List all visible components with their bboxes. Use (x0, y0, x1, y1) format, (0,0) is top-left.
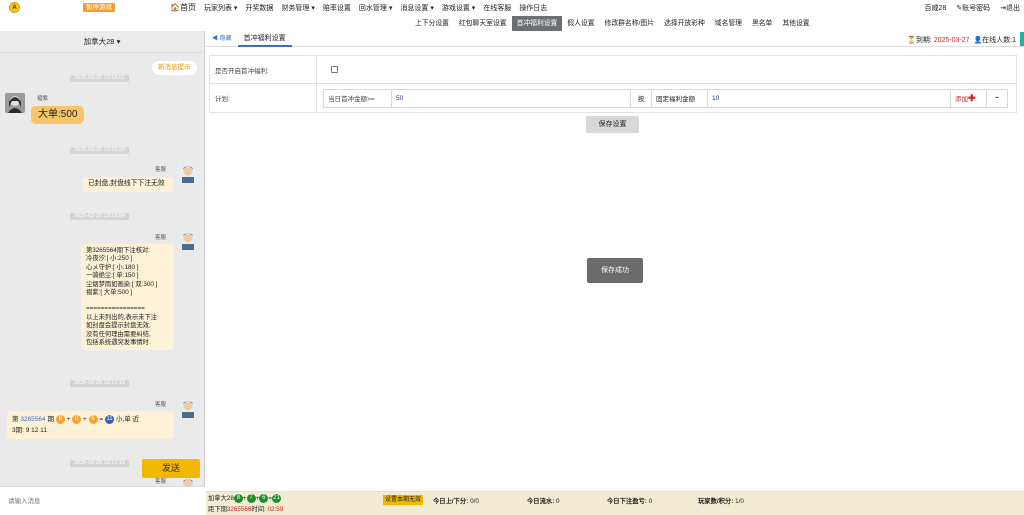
scroll-indicator[interactable] (1020, 32, 1024, 46)
hourglass-icon: ⏳ (907, 37, 916, 44)
settings-subnav: 上下分设置 红包聊天室设置 首冲福利设置 假人设置 修改群名称/图片 选择开放彩… (410, 16, 815, 31)
timestamp: 2025-03-25 13:17:15 (70, 380, 130, 387)
condition-label: 当日首冲金额>= (323, 88, 392, 108)
sender-name: 客服 (155, 167, 167, 173)
fixed-amount-input[interactable]: 10 (707, 88, 951, 108)
game-result: 加拿大28 8 +7 +6 =21 (208, 493, 281, 503)
timestamp: 2025-03-25 13:16:54 (70, 213, 130, 220)
avatar (178, 230, 198, 250)
players-score: 玩家数/积分: 1/0 (698, 498, 744, 505)
subnav-blacklist[interactable]: 黑名单 (747, 16, 777, 31)
site-name: 百威28 (924, 4, 947, 12)
nav-game-settings[interactable]: 游戏设置 ▾ (442, 3, 475, 13)
set-invalid-button[interactable]: 设置本期无效 (383, 495, 424, 505)
home-icon: 🏠 (170, 3, 180, 12)
result-sum-ball: 11 (105, 414, 115, 424)
plus-icon: ✚ (968, 92, 976, 103)
timestamp: 2025-03-25 13:16:29 (70, 147, 130, 154)
nav-home[interactable]: 🏠首页 (170, 2, 196, 13)
sender-name: 客服 (155, 235, 167, 241)
logout-link[interactable]: ⇥退出 (1000, 3, 1020, 13)
pause-game-button[interactable]: 暂停游戏 (83, 3, 115, 12)
enable-checkbox[interactable] (331, 66, 338, 73)
service-avatar-icon (178, 398, 198, 418)
today-flow: 今日流水: 0 (527, 498, 560, 505)
tab-bar: ◀ 隐藏 首冲福利设置 (206, 31, 1024, 47)
nav-online-service[interactable]: 在线客服 (483, 3, 511, 13)
user-icon: 👤 (973, 37, 983, 44)
subnav-fake-users[interactable]: 假人设置 (562, 16, 599, 31)
fixed-amount-label: 固定福利金额 (651, 88, 708, 108)
chat-bubble: 大单:500 (31, 106, 85, 124)
remove-button[interactable]: ━ (986, 88, 1008, 108)
nav-messages[interactable]: 消息设置 ▾ (400, 3, 433, 13)
new-message-hint[interactable]: 新消息提示 (152, 61, 197, 75)
plan-label: 计划: (210, 84, 317, 112)
subnav-other[interactable]: 其他设置 (777, 16, 814, 31)
expire-info: ⏳到期: 2025-03-27 👤在线人数:1 (907, 37, 1016, 44)
chat-bubble: 已封盘,封盘线下下注无效 (83, 177, 173, 192)
add-button[interactable]: 添加 ✚ (950, 88, 987, 108)
nav-odds[interactable]: 赔率设置 (323, 3, 351, 13)
timestamp: 2025-03-25 13:17:15 (70, 460, 130, 467)
subnav-group-name[interactable]: 修改群名称/图片 (600, 16, 659, 31)
main-nav: 🏠首页 玩家列表 ▾ 开奖数据 财务管理 ▾ 赔率设置 回水管理 ▾ 消息设置 … (170, 0, 547, 15)
avatar (178, 163, 198, 183)
subnav-redpacket[interactable]: 红包聊天室设置 (454, 16, 512, 31)
result-ball: 5 (88, 414, 98, 424)
account-password-link[interactable]: ✎账号密码 (956, 3, 990, 13)
top-right: 百威28 ✎账号密码 ⇥退出 (924, 0, 1020, 15)
nav-draw-data[interactable]: 开奖数据 (245, 3, 273, 13)
settings-form: 是否开启首冲福利: 计划: 当日首冲金额>= 50 按 固定福利金额 10 添加… (209, 55, 1017, 113)
subnav-domain[interactable]: 域名管理 (710, 16, 747, 31)
form-row-enable: 是否开启首冲福利: (210, 56, 1016, 84)
subnav-first-deposit[interactable]: 首冲福利设置 (511, 16, 563, 31)
hide-panel-button[interactable]: ◀ 隐藏 (206, 31, 238, 47)
sender-name: 客服 (155, 402, 167, 408)
chat-bubble: 第3265564期下注核对: 冷夜汐:[ 小:250 ] 心メ守护:[ 小:180 … (81, 244, 174, 351)
chat-room-selector[interactable]: 加拿大28 ▾ (0, 31, 204, 53)
status-bar: 加拿大28 8 +7 +6 =21 距下期3265566时间: 02:59 设置本期无效… (206, 491, 1024, 515)
send-button[interactable]: 发送 (142, 459, 200, 478)
avatar (178, 398, 198, 418)
today-updown: 今日上/下分: 0/0 (433, 498, 479, 505)
nav-players[interactable]: 玩家列表 ▾ (204, 3, 237, 13)
result-ball: 6 (55, 414, 65, 424)
message-input[interactable] (8, 495, 128, 507)
by-label: 按 (630, 88, 652, 108)
service-avatar-icon (178, 230, 198, 250)
subnav-lottery-types[interactable]: 选择开放彩种 (659, 16, 710, 31)
result-ball: 0 (72, 414, 82, 424)
chat-panel: 加拿大28 ▾ 新消息提示 2025-03-25 13:16:01 褶紫 大单:… (0, 31, 205, 515)
user-avatar-icon (5, 93, 25, 113)
form-row-plan: 计划: 当日首冲金额>= 50 按 固定福利金额 10 添加 ✚ ━ (210, 84, 1016, 112)
sender-name: 客服 (155, 479, 167, 485)
logo-icon: A (9, 2, 20, 13)
tab-first-deposit[interactable]: 首冲福利设置 (237, 31, 292, 47)
today-profit: 今日下注盈亏: 0 (607, 498, 653, 505)
condition-amount-input[interactable]: 50 (391, 88, 631, 108)
top-bar: A 暂停游戏 🏠首页 玩家列表 ▾ 开奖数据 财务管理 ▾ 赔率设置 回水管理 … (0, 0, 1024, 15)
sender-name: 褶紫 (37, 96, 49, 102)
chat-bubble: 第 3265564 期 6 + 0 + 5 = 11 小,单 近 3期: 9 12… (7, 411, 174, 439)
save-success-toast: 保存成功 (587, 258, 643, 283)
chat-input-bar (0, 486, 205, 515)
enable-label: 是否开启首冲福利: (210, 56, 317, 83)
subnav-updown[interactable]: 上下分设置 (410, 16, 454, 31)
nav-operation-log[interactable]: 操作日志 (519, 3, 547, 13)
nav-finance[interactable]: 财务管理 ▾ (281, 3, 314, 13)
next-draw: 距下期3265566时间: 02:59 (208, 506, 284, 513)
nav-rebate[interactable]: 回水管理 ▾ (359, 3, 392, 13)
save-settings-button[interactable]: 保存设置 (586, 116, 639, 133)
service-avatar-icon (178, 163, 198, 183)
timestamp: 2025-03-25 13:16:01 (70, 75, 130, 82)
avatar (5, 93, 25, 113)
